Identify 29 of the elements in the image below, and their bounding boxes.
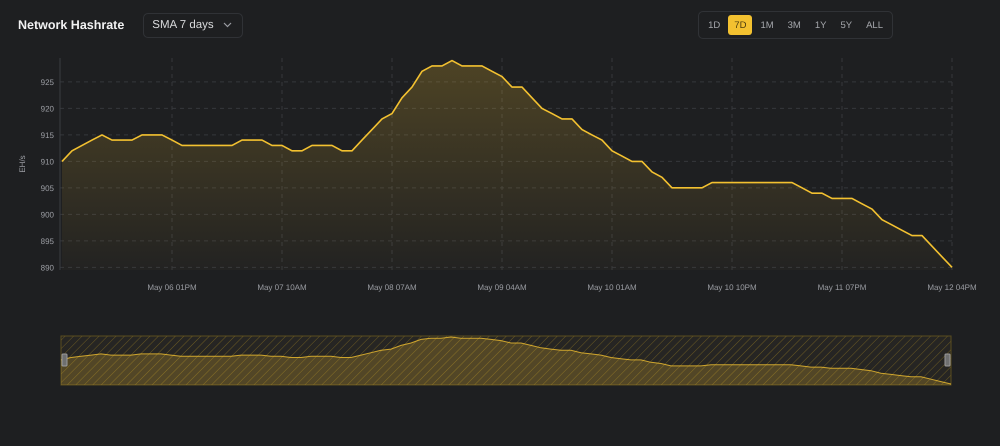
axis-label: 915 — [40, 130, 54, 140]
axis-label: May 07 10AM — [257, 283, 307, 292]
axis-label: 920 — [40, 104, 54, 114]
axis-title: EH/s — [18, 155, 27, 173]
chart-title: Network Hashrate — [18, 18, 124, 32]
axis-label: 895 — [40, 236, 54, 246]
axis-label: May 06 01PM — [147, 283, 197, 292]
axis-label: May 08 07AM — [367, 283, 417, 292]
axis-label: May 12 04PM — [927, 283, 977, 292]
navigator-handle[interactable] — [944, 354, 950, 366]
axis-label: 890 — [40, 263, 54, 272]
axis-label: 900 — [40, 210, 54, 220]
range-button[interactable]: 3M — [782, 15, 807, 35]
range-button[interactable]: 5Y — [834, 15, 858, 35]
axis-label: May 10 01AM — [587, 283, 637, 292]
axis-label: May 10 10PM — [707, 283, 757, 292]
range-button[interactable]: 1Y — [808, 15, 832, 35]
range-button[interactable]: ALL — [860, 15, 889, 35]
caret-icon — [222, 22, 232, 28]
axis-label: 910 — [40, 157, 54, 166]
range-button[interactable]: 1M — [754, 15, 780, 35]
axis-label: 925 — [40, 78, 54, 87]
axis-label: May 09 04AM — [477, 283, 527, 292]
axis-label: 905 — [40, 184, 54, 193]
range-button[interactable]: 7D — [728, 15, 752, 35]
navigator-handle[interactable] — [62, 354, 68, 366]
axis-label: May 11 07PM — [818, 283, 866, 292]
average-dropdown[interactable]: SMA 7 days — [143, 12, 243, 38]
range-button[interactable]: 1D — [702, 15, 726, 35]
